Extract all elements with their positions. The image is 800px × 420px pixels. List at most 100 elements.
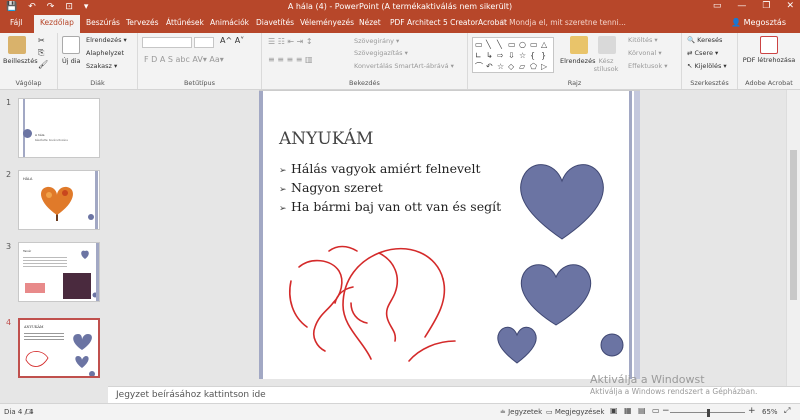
reset-button[interactable]: Alaphelyzet bbox=[86, 49, 124, 57]
thumbnail-number: 3 bbox=[6, 242, 12, 251]
current-slide[interactable]: ANYUKÁM ➢ Hálás vagyok amiért felnevelt ➢… bbox=[259, 90, 640, 379]
new-slide-button[interactable]: Új dia bbox=[62, 57, 81, 65]
tab-transitions[interactable]: Áttűnések bbox=[166, 18, 204, 27]
pdf-icon[interactable] bbox=[760, 36, 778, 54]
smartart-button[interactable]: Konvertálás SmartArt-ábrává ▾ bbox=[354, 62, 454, 70]
heart-shape-large[interactable] bbox=[520, 164, 604, 240]
group-label-editing: Szerkesztés bbox=[690, 79, 729, 87]
heart-shape-medium[interactable] bbox=[520, 264, 592, 326]
ribbon-tabs: Fájl Kezdőlap Beszúrás Tervezés Áttűnése… bbox=[0, 15, 800, 33]
thumbnail-frame: Tanár bbox=[18, 242, 100, 302]
shape-effects-button[interactable]: Effektusok ▾ bbox=[628, 62, 667, 70]
tab-animations[interactable]: Animációk bbox=[210, 18, 249, 27]
notes-placeholder: Jegyzet beírásához kattintson ide bbox=[116, 390, 266, 400]
window-controls: ▭ — ❐ ✕ bbox=[713, 1, 794, 11]
heart-shape-small[interactable] bbox=[497, 326, 537, 364]
tab-slideshow[interactable]: Diavetítés bbox=[256, 18, 294, 27]
replace-button[interactable]: ⇄ Csere ▾ bbox=[687, 49, 718, 57]
tab-insert[interactable]: Beszúrás bbox=[86, 18, 120, 27]
spell-check-icon[interactable]: ☐ bbox=[26, 408, 32, 416]
section-button[interactable]: Szakasz ▾ bbox=[86, 62, 117, 70]
fit-slide-icon[interactable]: ⤢ bbox=[784, 406, 790, 416]
thumbnail-number: 4 bbox=[6, 318, 12, 327]
thumbnail-frame: HÁLA bbox=[18, 170, 100, 230]
thumbnail-number: 1 bbox=[6, 98, 12, 107]
paste-button[interactable]: Beillesztés bbox=[3, 57, 38, 65]
ribbon: Beillesztés ✂ ⎘ 🖌 Vágólap Új dia Elrende… bbox=[0, 33, 800, 90]
group-label-font: Betűtípus bbox=[183, 79, 216, 87]
window-title: A hála (4) - PowerPoint (A termékaktivál… bbox=[287, 2, 513, 11]
replace-label: Csere ▾ bbox=[694, 49, 719, 57]
close-button[interactable]: ✕ bbox=[786, 1, 794, 11]
tab-design[interactable]: Tervezés bbox=[126, 18, 159, 27]
group-paragraph: ☰ ☷ ⇤ ⇥ ↕ ≡ ≡ ≡ ≡ ▥ Szövegirány ▾ Szöveg… bbox=[262, 33, 468, 89]
create-pdf-button[interactable]: PDF létrehozása bbox=[742, 56, 796, 64]
thumbnail-title: HÁLA bbox=[23, 177, 33, 181]
title-bar: 💾 ↶ ↷ ⊡ ▾ A hála (4) - PowerPoint (A ter… bbox=[0, 0, 800, 15]
thumbnail-title: A hála bbox=[35, 133, 45, 137]
shape-outline-button[interactable]: Körvonal ▾ bbox=[628, 49, 662, 57]
text-direction-button[interactable]: Szövegirány ▾ bbox=[354, 37, 399, 45]
find-button[interactable]: 🔍 Keresés bbox=[687, 36, 722, 44]
activation-line-1: Aktiválja a Windowst bbox=[590, 373, 705, 386]
group-label-drawing: Rajz bbox=[567, 79, 582, 87]
group-label-clipboard: Vágólap bbox=[15, 79, 42, 87]
normal-view-icon[interactable]: ▣ bbox=[610, 406, 618, 415]
quick-styles-button[interactable]: Kész stílusok bbox=[592, 57, 620, 73]
activation-line-2: Aktiválja a Windows rendszert a Gépházba… bbox=[590, 387, 758, 396]
arrange-button[interactable]: Elrendezés bbox=[560, 57, 595, 65]
arrange-icon[interactable] bbox=[570, 36, 588, 54]
new-slide-icon[interactable] bbox=[62, 36, 80, 54]
slide-thumbnail-pane: 1 A hála Készítette: Kovács Roxána 2 HÁL… bbox=[0, 90, 108, 386]
font-size-box[interactable] bbox=[194, 37, 214, 48]
tab-home[interactable]: Kezdőlap bbox=[34, 15, 80, 33]
shape-fill-button[interactable]: Kitöltés ▾ bbox=[628, 36, 658, 44]
mother-child-line-art bbox=[289, 245, 456, 362]
restore-button[interactable]: ❐ bbox=[762, 1, 770, 11]
tab-view[interactable]: Nézet bbox=[359, 18, 381, 27]
thumbnail-title: ANYUKÁM bbox=[24, 325, 44, 329]
zoom-in-button[interactable]: + bbox=[748, 406, 756, 416]
group-label-slides: Diák bbox=[90, 79, 105, 87]
thumbnail-circle bbox=[23, 129, 32, 138]
slide-sorter-icon[interactable]: ▦ bbox=[624, 406, 632, 415]
tell-me-search[interactable]: ♡ Mondja el, mit szeretne tenni... bbox=[500, 18, 626, 27]
reading-view-icon[interactable]: ▤ bbox=[638, 406, 646, 415]
select-label: Kijelölés ▾ bbox=[694, 62, 727, 70]
copy-icon[interactable]: ⎘ bbox=[38, 48, 44, 58]
group-clipboard: Beillesztés ✂ ⎘ 🖌 Vágólap bbox=[0, 33, 58, 89]
font-name-box[interactable] bbox=[142, 37, 192, 48]
zoom-level[interactable]: 65% bbox=[762, 408, 778, 416]
list-buttons[interactable]: ☰ ☷ ⇤ ⇥ ↕ bbox=[268, 37, 313, 46]
cut-icon[interactable]: ✂ bbox=[38, 36, 45, 45]
status-bar: Dia 4 / 4 ☐ ≐ Jegyzetek ▭ Megjegyzések ▣… bbox=[0, 403, 800, 420]
quick-styles-icon[interactable] bbox=[598, 36, 616, 54]
select-button[interactable]: ↖ Kijelölés ▾ bbox=[687, 62, 727, 70]
find-label: Keresés bbox=[697, 36, 723, 44]
format-painter-icon[interactable]: 🖌 bbox=[38, 60, 48, 69]
align-text-button[interactable]: Szövegigazítás ▾ bbox=[354, 49, 408, 57]
zoom-out-button[interactable]: − bbox=[662, 406, 670, 416]
font-grow-shrink[interactable]: A^ A˅ bbox=[220, 36, 244, 45]
vertical-scrollbar[interactable] bbox=[786, 90, 800, 386]
shapes-gallery[interactable]: ▭ ╲ ╲ ▭ ○ ▭ △ ∟ ↳ ⇨ ⇩ ☆{} ⌒ ↶ ☆ ◇ ▱ ⬠ ▷ bbox=[472, 37, 554, 73]
zoom-slider-thumb[interactable] bbox=[707, 409, 710, 417]
tab-pdf-architect[interactable]: PDF Architect 5 Creator bbox=[390, 18, 478, 27]
share-button[interactable]: 👤 Megosztás bbox=[731, 18, 786, 27]
layout-button[interactable]: Elrendezés ▾ bbox=[86, 36, 127, 44]
align-buttons[interactable]: ≡ ≡ ≡ ≡ ▥ bbox=[268, 55, 313, 64]
thumbnail-number: 2 bbox=[6, 170, 12, 179]
thumbnail-text-lines bbox=[24, 331, 64, 341]
circle-shape[interactable] bbox=[600, 333, 624, 357]
tab-file[interactable]: Fájl bbox=[10, 18, 22, 27]
ribbon-display-options-icon[interactable]: ▭ bbox=[713, 1, 722, 11]
paste-icon[interactable] bbox=[8, 36, 26, 54]
group-font: A^ A˅ F D A S abc AV▾ Aa▾ Betűtípus bbox=[138, 33, 262, 89]
scrollbar-thumb[interactable] bbox=[790, 150, 797, 300]
notes-toggle-button[interactable]: ≐ Jegyzetek bbox=[500, 408, 542, 416]
comments-toggle-button[interactable]: ▭ Megjegyzések bbox=[546, 408, 604, 416]
tab-review[interactable]: Véleményezés bbox=[300, 18, 354, 27]
slideshow-view-icon[interactable]: ▭ bbox=[652, 406, 660, 415]
font-format-buttons[interactable]: F D A S abc AV▾ Aa▾ bbox=[144, 55, 224, 64]
minimize-button[interactable]: — bbox=[737, 1, 746, 11]
